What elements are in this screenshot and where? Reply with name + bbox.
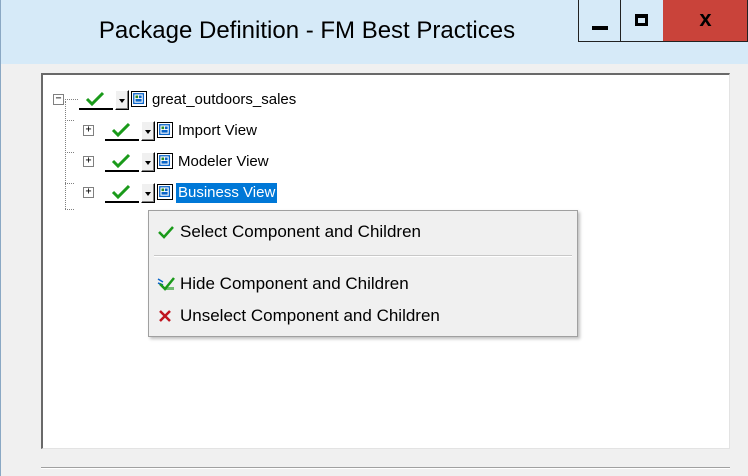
status-divider bbox=[41, 467, 730, 469]
package-definition-window: Package Definition - FM Best Practices x… bbox=[0, 0, 748, 476]
package-icon bbox=[157, 153, 173, 169]
component-dropdown-button[interactable] bbox=[141, 121, 155, 141]
minimize-button[interactable] bbox=[578, 0, 621, 42]
dropdown-arrow-icon bbox=[145, 130, 151, 134]
close-button[interactable]: x bbox=[663, 0, 748, 42]
close-icon: x bbox=[699, 6, 712, 31]
package-icon bbox=[157, 122, 173, 138]
green-check-icon bbox=[111, 184, 131, 200]
green-check-icon bbox=[111, 122, 131, 138]
green-check-icon bbox=[111, 153, 131, 169]
menu-item-unselect-children[interactable]: Unselect Component and Children bbox=[149, 301, 577, 331]
tree-node-business-view[interactable]: + Business View bbox=[43, 182, 443, 206]
green-check-icon bbox=[158, 226, 174, 239]
tree-node-label-selected: Business View bbox=[176, 183, 278, 203]
component-dropdown-button[interactable] bbox=[141, 152, 155, 172]
component-check-button[interactable] bbox=[105, 121, 139, 141]
tree-node-modeler-view[interactable]: + Modeler View bbox=[43, 151, 443, 175]
context-menu: Select Component and Children Hide Compo… bbox=[148, 210, 578, 337]
component-dropdown-button[interactable] bbox=[141, 183, 155, 203]
dropdown-arrow-icon bbox=[145, 161, 151, 165]
minimize-icon bbox=[592, 26, 608, 30]
tree-node-import-view[interactable]: + Import View bbox=[43, 120, 443, 144]
hide-component-icon bbox=[157, 277, 175, 291]
component-check-button[interactable] bbox=[105, 152, 139, 172]
package-icon bbox=[157, 184, 173, 200]
menu-item-label: Unselect Component and Children bbox=[180, 306, 440, 325]
expand-toggle[interactable]: + bbox=[83, 156, 94, 167]
package-icon bbox=[131, 91, 147, 107]
collapse-toggle[interactable]: − bbox=[53, 94, 64, 105]
menu-item-label: Select Component and Children bbox=[180, 222, 421, 241]
menu-item-hide-children[interactable]: Hide Component and Children bbox=[149, 269, 577, 299]
component-check-button[interactable] bbox=[105, 183, 139, 203]
dropdown-arrow-icon bbox=[145, 192, 151, 196]
menu-item-select-children[interactable]: Select Component and Children bbox=[149, 217, 577, 247]
tree-connector-line bbox=[65, 99, 78, 100]
expand-toggle[interactable]: + bbox=[83, 125, 94, 136]
title-bar[interactable]: Package Definition - FM Best Practices x bbox=[1, 0, 748, 64]
tree-node-label: Modeler View bbox=[178, 153, 269, 170]
tree-connector-line bbox=[65, 209, 74, 210]
green-check-icon bbox=[85, 91, 105, 107]
dropdown-arrow-icon bbox=[119, 99, 125, 103]
tree-node-label: great_outdoors_sales bbox=[152, 91, 297, 108]
menu-item-label: Hide Component and Children bbox=[180, 274, 409, 293]
component-dropdown-button[interactable] bbox=[115, 90, 129, 110]
menu-separator bbox=[154, 255, 572, 257]
red-x-icon bbox=[159, 310, 171, 322]
window-title: Package Definition - FM Best Practices bbox=[98, 17, 516, 44]
component-check-button[interactable] bbox=[79, 90, 113, 110]
expand-toggle[interactable]: + bbox=[83, 187, 94, 198]
maximize-button[interactable] bbox=[620, 0, 664, 42]
maximize-icon bbox=[635, 14, 648, 26]
tree-node-root[interactable]: − great_outdoors_sales bbox=[43, 89, 443, 113]
tree-node-label: Import View bbox=[178, 122, 257, 139]
